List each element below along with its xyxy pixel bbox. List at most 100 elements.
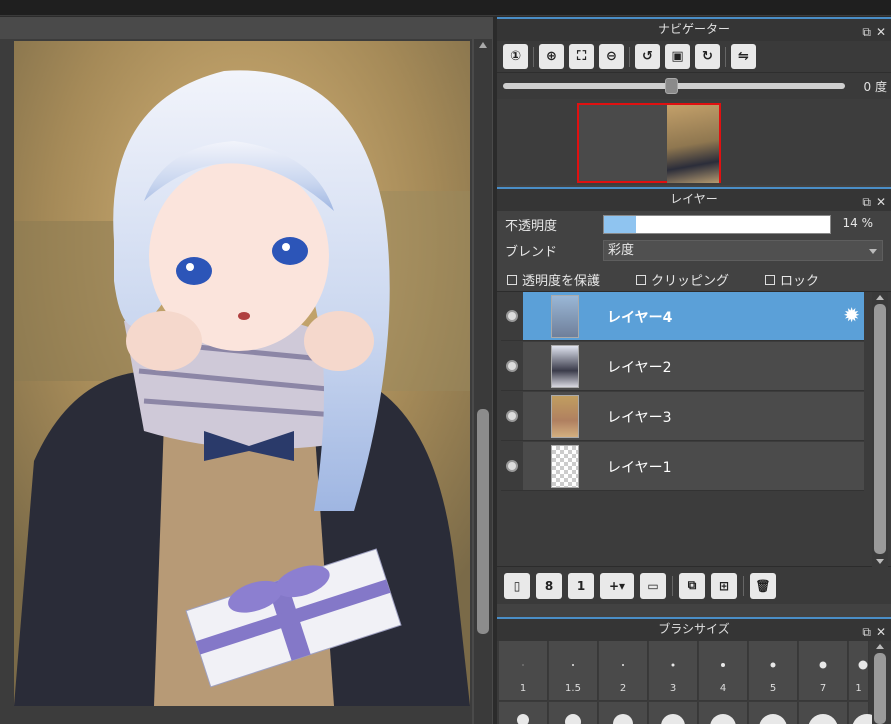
brush-size-cell[interactable] xyxy=(499,702,548,724)
layer-row-1[interactable]: レイヤー1 xyxy=(501,442,864,491)
brush-size-cell[interactable] xyxy=(599,702,648,724)
layer-row-3[interactable]: レイヤー3 xyxy=(501,392,864,441)
new-layer-icon[interactable]: ▯ xyxy=(504,572,530,599)
brush-size-cell[interactable]: 2 xyxy=(599,641,648,701)
rotate-left-icon[interactable]: ↺ xyxy=(635,44,660,69)
popout-icon[interactable]: ⧉ xyxy=(862,192,871,213)
fit-icon[interactable]: ⛶ xyxy=(569,44,594,69)
scroll-up-arrow-icon[interactable] xyxy=(876,295,884,300)
add-layer-menu-icon[interactable]: +▾ xyxy=(600,572,634,599)
brush-size-title-bar: ブラシサイズ ⧉ ✕ xyxy=(497,617,891,641)
brush-size-cell[interactable]: 1 xyxy=(499,641,548,701)
clipping-checkbox[interactable]: クリッピング xyxy=(636,270,729,289)
layer-list-scroll-thumb[interactable] xyxy=(874,304,886,554)
brush-dot xyxy=(572,664,574,666)
scroll-down-arrow-icon[interactable] xyxy=(876,559,884,564)
brush-size-label: 5 xyxy=(769,683,777,694)
layer-name: レイヤー3 xyxy=(607,410,672,426)
navigator-toolbar: ① ⊕ ⛶ ⊖ ↺ ▣ ↻ ⇋ xyxy=(497,41,891,73)
layer-thumbnail xyxy=(551,395,579,438)
navigator-preview[interactable] xyxy=(497,99,891,185)
layer-toolbar: ▯ 8 1 +▾ ▭ ⧉ ⊞ 🗑 xyxy=(497,566,891,604)
layer-panel-title: レイヤー xyxy=(670,192,718,206)
toolbar-divider xyxy=(672,575,673,596)
protect-alpha-checkbox[interactable]: 透明度を保護 xyxy=(507,270,600,289)
opacity-unit: % xyxy=(861,216,873,230)
brush-size-cell[interactable] xyxy=(699,702,748,724)
layer-panel: レイヤー ⧉ ✕ 不透明度 14 % ブレンド 彩度 透明度を保護 クリッピング… xyxy=(497,187,891,617)
brush-size-cell[interactable]: 1 xyxy=(849,641,869,701)
merge-down-icon[interactable]: ⊞ xyxy=(711,572,737,599)
brush-size-cell[interactable]: 4 xyxy=(699,641,748,701)
layer-thumbnail xyxy=(551,445,579,488)
brush-size-label: 2 xyxy=(619,683,627,694)
opacity-slider[interactable] xyxy=(603,215,831,234)
brush-size-cell[interactable] xyxy=(649,702,698,724)
brush-size-cell[interactable]: 3 xyxy=(649,641,698,701)
fit-window-icon[interactable]: ▣ xyxy=(665,44,690,69)
flip-icon[interactable]: ⇋ xyxy=(731,44,756,69)
brush-size-cell[interactable]: 1.5 xyxy=(549,641,598,701)
layer-list-scrollbar[interactable] xyxy=(872,292,888,567)
layer-row-2[interactable]: レイヤー2 xyxy=(501,342,864,391)
opacity-readout: 14 % xyxy=(842,216,873,230)
brush-size-label: 4 xyxy=(719,683,727,694)
checkbox-icon xyxy=(765,274,775,285)
blend-mode-value: 彩度 xyxy=(608,243,635,258)
clipping-label: クリッピング xyxy=(651,274,730,289)
brush-size-cell[interactable]: 5 xyxy=(749,641,798,701)
visibility-column xyxy=(501,392,523,440)
canvas-area[interactable] xyxy=(0,17,493,724)
brush-size-cell[interactable]: 7 xyxy=(799,641,848,701)
protect-alpha-label: 透明度を保護 xyxy=(522,274,601,289)
brush-size-cell[interactable] xyxy=(549,702,598,724)
rotation-slider-handle[interactable] xyxy=(665,78,678,94)
blend-mode-select[interactable]: 彩度 xyxy=(603,240,883,261)
brush-size-cell[interactable] xyxy=(849,702,882,724)
layer-list[interactable]: レイヤー4 ✹ レイヤー2 レイヤー3 レイヤー1 xyxy=(497,291,891,567)
new-8bit-layer-icon[interactable]: 8 xyxy=(536,572,562,599)
scroll-up-arrow-icon[interactable] xyxy=(876,644,884,649)
brush-size-scrollbar[interactable] xyxy=(872,641,888,724)
visibility-eye-icon[interactable] xyxy=(506,410,518,422)
gear-icon[interactable]: ✹ xyxy=(843,305,860,325)
visibility-eye-icon[interactable] xyxy=(506,360,518,372)
popout-icon[interactable]: ⧉ xyxy=(862,22,871,43)
popout-icon[interactable]: ⧉ xyxy=(862,622,871,643)
top-strip xyxy=(0,0,891,16)
close-icon[interactable]: ✕ xyxy=(876,22,886,43)
brush-dot xyxy=(819,661,827,669)
visibility-eye-icon[interactable] xyxy=(506,460,518,472)
canvas-scroll-thumb[interactable] xyxy=(477,409,489,634)
close-icon[interactable]: ✕ xyxy=(876,192,886,213)
checkbox-icon xyxy=(636,274,646,285)
layer-name: レイヤー1 xyxy=(607,460,672,476)
brush-size-label: 7 xyxy=(819,683,827,694)
zoom-reset-icon[interactable]: ① xyxy=(503,44,528,69)
scroll-up-arrow-icon[interactable] xyxy=(479,42,487,48)
brush-size-scroll-thumb[interactable] xyxy=(874,653,886,724)
chevron-down-icon xyxy=(869,249,877,254)
brush-dot xyxy=(721,663,725,667)
brush-size-label: 3 xyxy=(669,683,677,694)
layer-row-4[interactable]: レイヤー4 ✹ xyxy=(501,292,864,341)
folder-icon[interactable]: ▭ xyxy=(640,572,666,599)
toolbar-divider xyxy=(533,46,534,67)
new-1bit-layer-icon[interactable]: 1 xyxy=(568,572,594,599)
close-icon[interactable]: ✕ xyxy=(876,622,886,643)
duplicate-layer-icon[interactable]: ⧉ xyxy=(679,572,705,599)
zoom-out-icon[interactable]: ⊖ xyxy=(599,44,624,69)
rotation-slider-row: 0 度 xyxy=(497,73,891,99)
visibility-eye-icon[interactable] xyxy=(506,310,518,322)
navigator-viewport-rect[interactable] xyxy=(577,103,721,183)
canvas-vertical-scrollbar[interactable] xyxy=(474,39,492,724)
brush-dot xyxy=(622,664,624,666)
brush-size-panel: ブラシサイズ ⧉ ✕ 1 1.5 2 3 4 5 7 1 xyxy=(497,617,891,724)
zoom-in-icon[interactable]: ⊕ xyxy=(539,44,564,69)
rotate-right-icon[interactable]: ↻ xyxy=(695,44,720,69)
lock-checkbox[interactable]: ロック xyxy=(765,270,819,289)
brush-size-cell[interactable] xyxy=(799,702,848,724)
brush-size-cell[interactable] xyxy=(749,702,798,724)
trash-icon[interactable]: 🗑 xyxy=(750,572,776,599)
artwork-canvas[interactable] xyxy=(14,41,470,706)
